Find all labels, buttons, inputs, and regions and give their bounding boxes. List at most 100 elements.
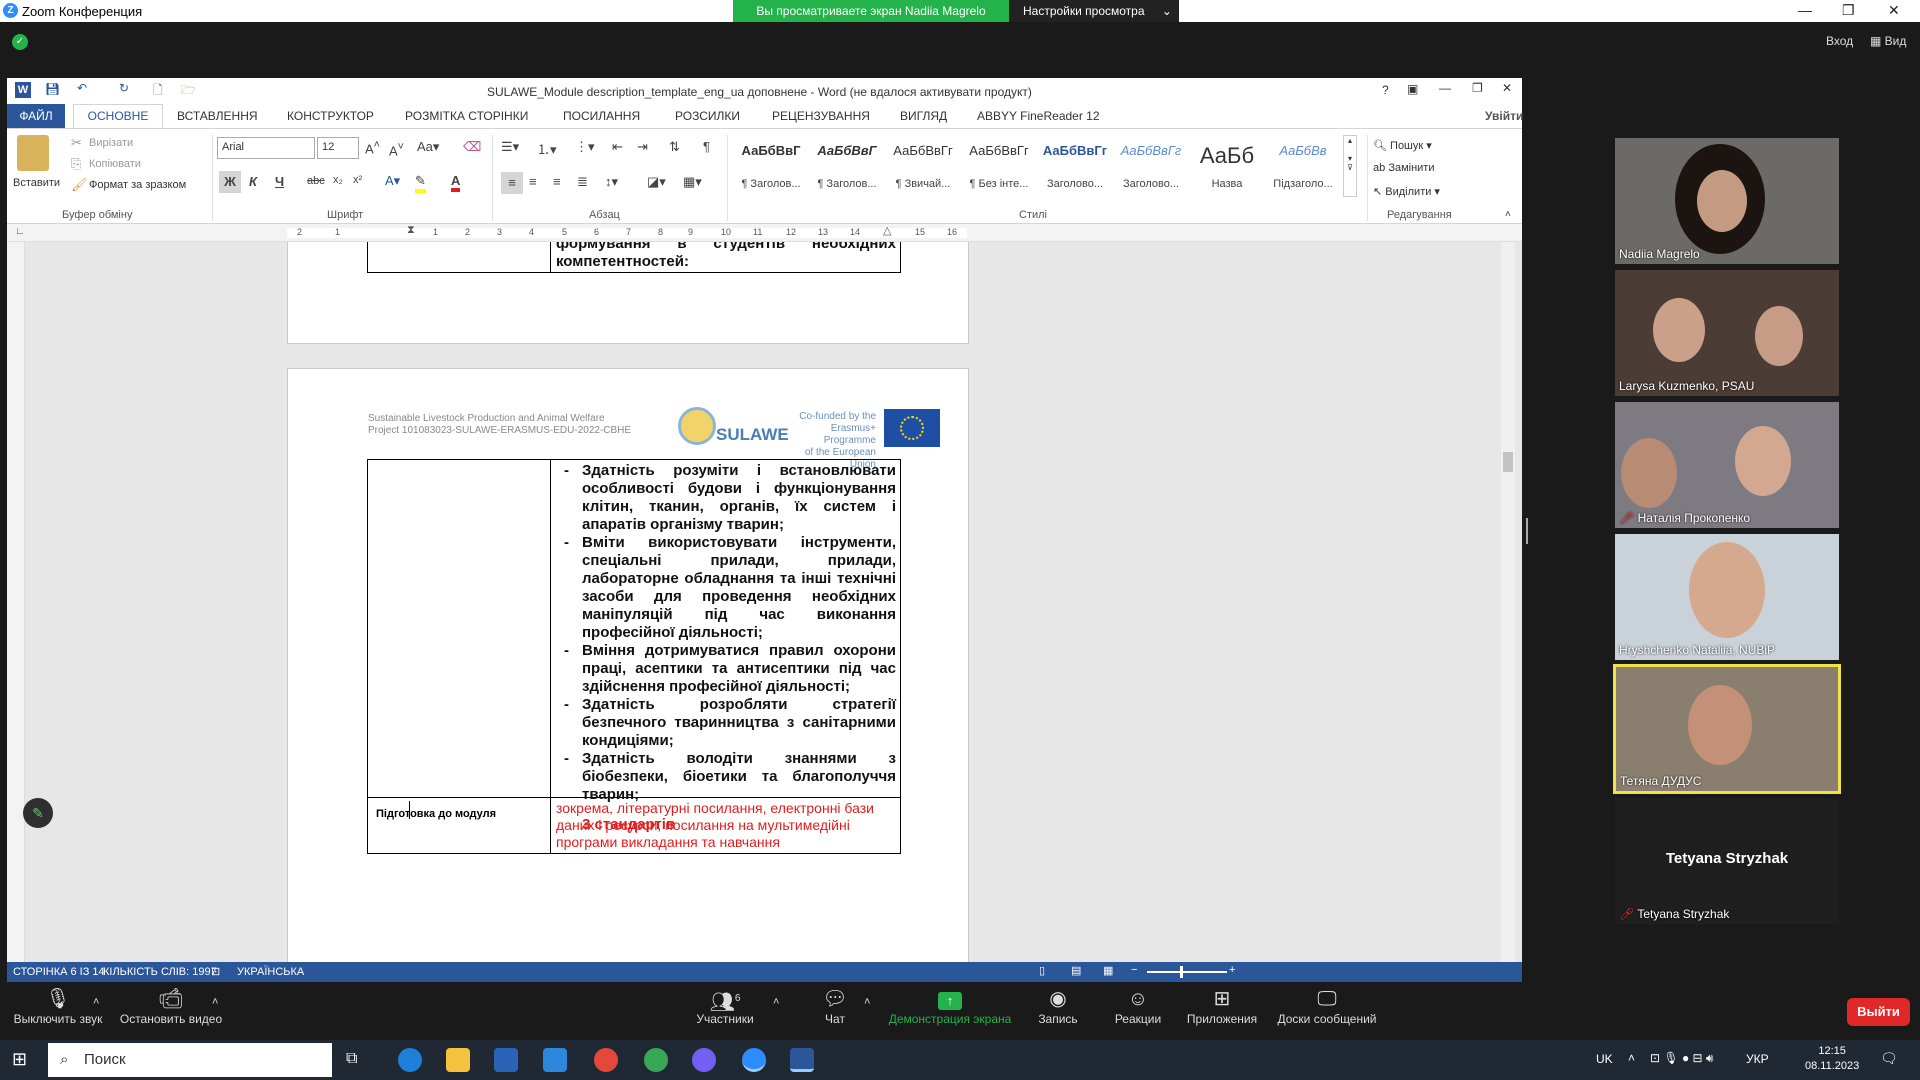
style-heading1[interactable]: АаБбВвГ ¶ Заголов... (733, 143, 809, 195)
numbering-icon[interactable]: ⒈▾ (537, 139, 557, 158)
underline-icon[interactable]: Ч (275, 174, 284, 189)
minimize-icon[interactable]: — (1798, 2, 1812, 18)
participant-tile-active-speaker[interactable]: Тетяна ДУДУС (1613, 664, 1841, 794)
style-heading4[interactable]: АаБбВвГг Заголово... (1113, 143, 1189, 195)
word-count[interactable]: КІЛЬКІСТЬ СЛІВ: 1997 (103, 966, 217, 978)
tab-references[interactable]: ПОСИЛАННЯ (563, 109, 640, 123)
leave-button[interactable]: Выйти (1847, 998, 1910, 1026)
style-normal[interactable]: АаБбВвГг ¶ Звичай... (885, 143, 961, 195)
tab-file[interactable]: ФАЙЛ (7, 104, 65, 128)
chat-button[interactable]: 💬︎ Чат (810, 982, 860, 1026)
shrink-font-icon[interactable]: A˅ (389, 141, 404, 158)
style-no-spacing[interactable]: АаБбВвГг ¶ Без інте... (961, 143, 1037, 195)
read-mode-icon[interactable]: ▯ (1039, 964, 1045, 977)
tab-layout[interactable]: РОЗМІТКА СТОРІНКИ (405, 109, 528, 123)
multilevel-list-icon[interactable]: ⋮▾ (575, 139, 595, 155)
show-marks-icon[interactable]: ¶ (703, 139, 710, 154)
viber-icon[interactable] (692, 1048, 716, 1072)
shading-icon[interactable]: ◪▾ (647, 174, 666, 190)
zoom-slider-thumb[interactable] (1180, 966, 1183, 978)
open-icon[interactable]: 🗁 (181, 81, 196, 102)
tab-selector-icon[interactable]: ∟ (15, 226, 25, 237)
font-size-select[interactable]: 12 (317, 137, 359, 159)
clock[interactable]: 12:15 08.11.2023 (1805, 1044, 1859, 1074)
sort-icon[interactable]: ⇅ (669, 139, 680, 155)
tab-mailings[interactable]: РОЗСИЛКИ (675, 109, 740, 123)
select-button[interactable]: ↖ Виділити ▾ (1373, 185, 1440, 198)
task-view-icon[interactable]: ⧉ (346, 1050, 357, 1068)
format-painter-icon[interactable]: 🖌︎ (71, 177, 88, 193)
collapse-ribbon-icon[interactable]: ˄ (1505, 209, 1511, 220)
styles-scroll[interactable]: ▴ ▾ ⊽ (1343, 135, 1357, 197)
copy-icon[interactable]: ⎘ (71, 156, 81, 172)
cut-icon[interactable]: ✂ (71, 135, 82, 151)
style-heading2[interactable]: АаБбВвГ ¶ Заголов... (809, 143, 885, 195)
word-close-icon[interactable]: ✕ (1502, 81, 1512, 95)
increase-indent-icon[interactable]: ⇥ (637, 139, 648, 155)
annotate-pencil-icon[interactable]: ✎ (23, 798, 53, 828)
align-center-icon[interactable]: ≡ (529, 174, 537, 189)
keyboard-language[interactable]: УКР (1746, 1052, 1769, 1066)
mute-options-icon[interactable]: ˄ (93, 996, 99, 1008)
share-screen-button[interactable]: ↑ Демонстрация экрана (886, 982, 1014, 1026)
participant-tile[interactable]: Hryshchenko Nataliia, NUBiP (1615, 534, 1839, 660)
zoom-slider[interactable] (1147, 971, 1227, 973)
maximize-icon[interactable]: ❐ (1842, 2, 1855, 19)
whiteboards-button[interactable]: 🖵︎ Доски сообщений (1272, 982, 1382, 1026)
tab-home[interactable]: ОСНОВНЕ (73, 104, 163, 128)
new-doc-icon[interactable]: 🗋 (153, 81, 163, 102)
tab-view[interactable]: ВИГЛЯД (900, 109, 947, 123)
word-restore-icon[interactable]: ❐ (1472, 81, 1483, 95)
page-status[interactable]: СТОРІНКА 6 ІЗ 14 (13, 966, 105, 978)
paste-icon[interactable] (17, 135, 49, 171)
strikethrough-icon[interactable]: abc (307, 175, 325, 187)
tab-abbyy[interactable]: ABBYY FineReader 12 (977, 109, 1100, 123)
file-explorer-icon[interactable] (446, 1048, 470, 1072)
redo-icon[interactable]: ↻ (119, 81, 129, 95)
copy-button[interactable]: Копіювати (89, 158, 141, 170)
justify-icon[interactable]: ≣ (577, 174, 588, 190)
chat-options-icon[interactable]: ˄ (864, 996, 870, 1008)
print-layout-icon[interactable]: ▤ (1071, 964, 1081, 977)
font-color-icon[interactable]: A (451, 173, 461, 192)
align-right-icon[interactable]: ≡ (553, 174, 561, 189)
video-options-icon[interactable]: ˄ (212, 996, 218, 1008)
word-minimize-icon[interactable]: — (1439, 81, 1451, 95)
clear-formatting-icon[interactable]: ⌫ (463, 139, 481, 155)
reactions-button[interactable]: ☺︎ Реакции (1108, 982, 1168, 1026)
save-icon[interactable]: 💾︎ (45, 82, 60, 96)
tab-design[interactable]: КОНСТРУКТОР (287, 109, 374, 123)
show-hidden-icons[interactable]: ˄ (1628, 1051, 1635, 1065)
align-left-icon[interactable]: ≡ (501, 172, 523, 194)
tray-icons[interactable]: ⊡ 🎙︎ ● ⊟ 🔊︎ (1650, 1051, 1714, 1066)
chrome-icon[interactable] (594, 1048, 618, 1072)
store-icon[interactable] (494, 1048, 518, 1072)
proofing-icon[interactable]: ⊡ (211, 965, 220, 978)
horizontal-ruler[interactable]: ∟ 2 1 ⧗ 1 2 3 4 5 6 7 8 9 10 11 12 13 14… (7, 224, 1522, 242)
record-button[interactable]: ◉ Запись (1030, 982, 1086, 1026)
word-taskbar-icon[interactable] (790, 1048, 814, 1072)
close-icon[interactable]: ✕ (1888, 2, 1900, 19)
mail-icon[interactable] (543, 1048, 567, 1072)
superscript-icon[interactable]: x² (353, 174, 362, 186)
input-language[interactable]: UK (1596, 1052, 1613, 1066)
participant-tile[interactable]: 🎤︎ Наталія Прокопенко (1615, 402, 1839, 528)
bold-icon[interactable]: Ж (219, 171, 241, 193)
vertical-scrollbar[interactable] (1501, 242, 1515, 962)
borders-icon[interactable]: ▦▾ (683, 174, 702, 190)
find-button[interactable]: 🔍︎ Пошук ▾ (1373, 139, 1432, 152)
cut-button[interactable]: Вирізати (89, 137, 133, 149)
language-status[interactable]: УКРАЇНСЬКА (237, 966, 304, 978)
line-spacing-icon[interactable]: ↕▾ (605, 174, 618, 190)
bullets-icon[interactable]: ☰▾ (501, 139, 519, 155)
participants-button[interactable]: 👥︎6 Участники (690, 982, 760, 1026)
paste-button[interactable]: Вставити (13, 177, 60, 189)
zoom-taskbar-icon[interactable] (742, 1048, 766, 1072)
scrollbar-thumb[interactable] (1503, 452, 1513, 472)
participant-tile[interactable]: Nadiia Magrelo (1615, 138, 1839, 264)
view-button[interactable]: ▦ Вид (1870, 34, 1906, 48)
zoom-out-icon[interactable]: − (1131, 964, 1137, 976)
windows-start-icon[interactable]: ⊞ (12, 1049, 27, 1070)
word-signin[interactable]: Увійти (1485, 109, 1523, 123)
edge-icon[interactable] (398, 1048, 422, 1072)
